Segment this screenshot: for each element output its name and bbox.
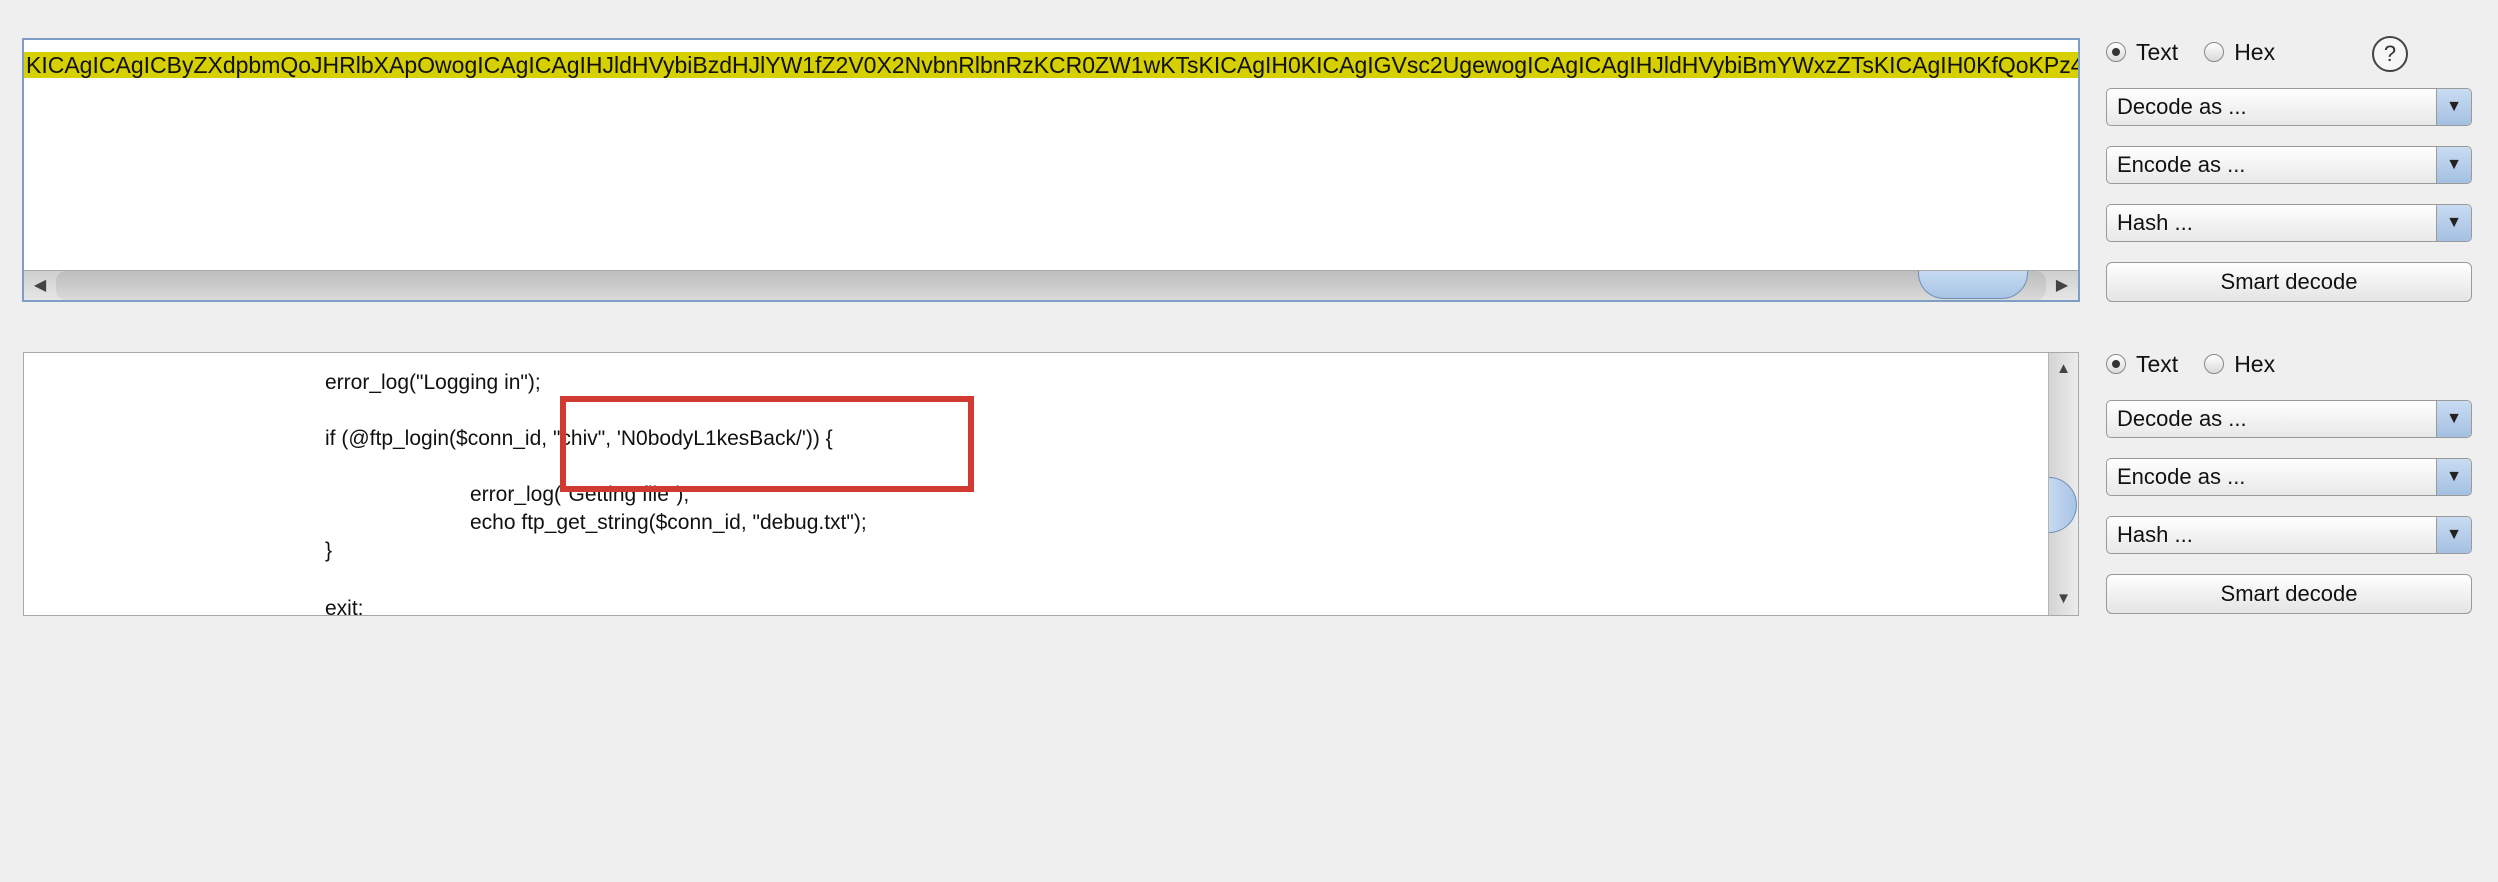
hex-radio-top[interactable] [2204, 42, 2225, 62]
code-line: error_log("Logging in"); [325, 371, 541, 394]
text-radio-top[interactable] [2106, 42, 2126, 62]
horizontal-scroll-thumb[interactable] [1918, 271, 2028, 299]
hash-dropdown-label: Hash ... [2117, 210, 2193, 235]
scroll-down-icon[interactable]: ▼ [2049, 585, 2078, 613]
top-format-radio-group: Text Hex [2106, 35, 2301, 69]
encode-dropdown-label: Encode as ... [2117, 152, 2246, 177]
hex-radio-label-top[interactable]: Hex [2234, 39, 2275, 66]
text-radio-label-top[interactable]: Text [2136, 39, 2178, 66]
horizontal-scrollbar[interactable]: ◀ ▶ [24, 270, 2078, 300]
chevron-down-icon[interactable]: ▼ [2436, 459, 2471, 495]
encode-dropdown-bottom[interactable]: Encode as ... ▼ [2106, 458, 2472, 496]
text-radio-bottom[interactable] [2106, 354, 2126, 374]
decode-dropdown-bottom[interactable]: Decode as ... ▼ [2106, 400, 2472, 438]
input-text-selection: KICAgICAgICByZXdpbmQoJHRlbXApOwogICAgICA… [24, 52, 2078, 78]
decode-dropdown-label: Decode as ... [2117, 94, 2247, 119]
input-text-line: KICAgICAgICByZXdpbmQoJHRlbXApOwogICAgICA… [24, 48, 2078, 82]
code-line: exit; [325, 597, 364, 616]
horizontal-scroll-track[interactable] [56, 271, 2046, 300]
chevron-down-icon[interactable]: ▼ [2436, 147, 2471, 183]
input-text-area[interactable]: KICAgICAgICByZXdpbmQoJHRlbXApOwogICAgICA… [22, 38, 2080, 302]
smart-decode-button-bottom[interactable]: Smart decode [2106, 574, 2472, 614]
code-line: } [325, 539, 333, 562]
scroll-up-icon[interactable]: ▲ [2049, 355, 2078, 383]
hash-dropdown-bottom[interactable]: Hash ... ▼ [2106, 516, 2472, 554]
hex-radio-label-bottom[interactable]: Hex [2234, 351, 2275, 378]
encode-dropdown-top[interactable]: Encode as ... ▼ [2106, 146, 2472, 184]
encode-dropdown-label: Encode as ... [2117, 464, 2246, 489]
help-icon[interactable]: ? [2372, 36, 2408, 72]
output-text-area[interactable]: error_log("Logging in"); if (@ftp_login(… [23, 352, 2079, 616]
vertical-scroll-thumb[interactable] [2049, 477, 2077, 533]
code-line: echo ftp_get_string($conn_id, "debug.txt… [470, 511, 867, 534]
chevron-down-icon[interactable]: ▼ [2436, 205, 2471, 241]
vertical-scrollbar[interactable]: ▲ ▼ [2048, 353, 2078, 615]
chevron-down-icon[interactable]: ▼ [2436, 401, 2471, 437]
hash-dropdown-top[interactable]: Hash ... ▼ [2106, 204, 2472, 242]
decode-dropdown-label: Decode as ... [2117, 406, 2247, 431]
hex-radio-bottom[interactable] [2204, 354, 2225, 374]
chevron-down-icon[interactable]: ▼ [2436, 517, 2471, 553]
decode-dropdown-top[interactable]: Decode as ... ▼ [2106, 88, 2472, 126]
chevron-down-icon[interactable]: ▼ [2436, 89, 2471, 125]
hash-dropdown-label: Hash ... [2117, 522, 2193, 547]
bottom-format-radio-group: Text Hex [2106, 347, 2301, 381]
text-radio-label-bottom[interactable]: Text [2136, 351, 2178, 378]
scroll-right-icon[interactable]: ▶ [2046, 271, 2078, 300]
credential-highlight-box [560, 396, 974, 492]
smart-decode-button-top[interactable]: Smart decode [2106, 262, 2472, 302]
scroll-left-icon[interactable]: ◀ [24, 271, 56, 300]
